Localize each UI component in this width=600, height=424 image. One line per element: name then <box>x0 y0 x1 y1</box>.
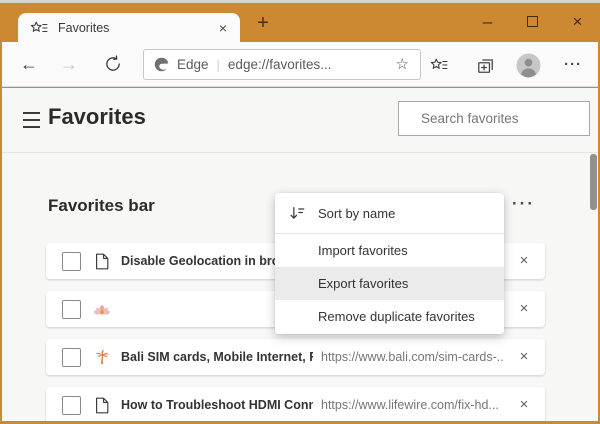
document-icon <box>95 397 109 414</box>
edge-logo-icon <box>153 56 170 73</box>
new-tab-button[interactable]: + <box>250 10 276 36</box>
favorite-checkbox[interactable] <box>62 396 81 415</box>
scrollbar-thumb[interactable] <box>590 154 597 210</box>
favorites-hub-icon <box>430 57 448 73</box>
url-text: edge://favorites... <box>228 57 394 72</box>
remove-favorite-button[interactable]: × <box>503 387 545 421</box>
favorite-url: https://www.lifewire.com/fix-hd... <box>321 398 503 412</box>
favicon-slot <box>94 348 110 366</box>
favorite-url: https://www.bali.com/sim-cards-... <box>321 350 503 364</box>
browser-tab[interactable]: Favorites × <box>18 13 240 42</box>
favorites-hub-button[interactable] <box>426 54 452 76</box>
address-separator: | <box>217 57 220 72</box>
address-bar[interactable]: Edge | edge://favorites... ☆ <box>143 49 421 80</box>
minimize-button[interactable]: – <box>465 0 510 42</box>
favorite-checkbox[interactable] <box>62 252 81 271</box>
favicon-slot <box>94 252 110 270</box>
profile-avatar-button[interactable] <box>515 52 541 78</box>
menu-item-label: Import favorites <box>318 243 408 258</box>
search-input[interactable] <box>419 110 598 127</box>
hamburger-icon <box>23 112 40 114</box>
favorite-row[interactable]: Bali SIM cards, Mobile Internet, R... ht… <box>46 339 545 375</box>
page-title: Favorites <box>48 104 146 130</box>
favorites-hub-icon <box>30 20 48 36</box>
menu-item-label: Sort by name <box>318 206 395 221</box>
favicon-slot <box>94 396 110 414</box>
remove-favorite-button[interactable]: × <box>503 291 545 327</box>
browser-window: Favorites × + – × ← → Edge | edge://favo… <box>0 0 600 424</box>
profile-avatar-icon <box>516 53 541 78</box>
favorite-title: Bali SIM cards, Mobile Internet, R... <box>121 350 313 364</box>
hamburger-menu-button[interactable] <box>20 112 42 128</box>
remove-favorite-button[interactable]: × <box>503 243 545 279</box>
sort-icon <box>288 204 306 222</box>
minimize-icon: – <box>483 13 492 30</box>
tab-title: Favorites <box>58 21 214 35</box>
favorites-page: Favorites Favorites bar ··· Disable Geol… <box>2 88 598 421</box>
favorite-checkbox[interactable] <box>62 348 81 367</box>
menu-item[interactable]: Remove duplicate favorites <box>275 300 504 333</box>
palm-tree-icon <box>94 349 110 365</box>
close-button[interactable]: × <box>555 0 600 42</box>
menu-item-label: Export favorites <box>318 276 408 291</box>
forward-button[interactable]: → <box>56 51 82 77</box>
title-bar: Favorites × + – × <box>0 3 600 42</box>
menu-item[interactable]: Sort by name <box>275 193 504 233</box>
search-box[interactable] <box>398 101 590 136</box>
settings-more-button[interactable]: ··· <box>558 50 588 78</box>
document-icon <box>95 253 109 270</box>
favorites-hub-icon <box>30 20 48 36</box>
maximize-button[interactable] <box>510 0 555 42</box>
favorite-row[interactable]: How to Troubleshoot HDMI Conn... https:/… <box>46 387 545 421</box>
site-badge: Edge <box>177 57 209 72</box>
menu-item[interactable]: Import favorites <box>275 234 504 267</box>
menu-icon-slot <box>288 204 318 222</box>
context-menu: Sort by name Import favorites Export fav… <box>275 193 504 334</box>
window-controls: – × <box>465 0 600 42</box>
menu-item[interactable]: Export favorites <box>275 267 504 300</box>
browser-toolbar: ← → Edge | edge://favorites... ☆ <box>2 42 598 87</box>
collections-icon <box>476 56 495 75</box>
favorite-title: How to Troubleshoot HDMI Conn... <box>121 398 313 412</box>
maximize-icon <box>527 16 538 27</box>
refresh-icon <box>104 55 122 73</box>
collections-button[interactable] <box>472 54 498 76</box>
section-more-button[interactable]: ··· <box>508 190 539 218</box>
header-divider <box>2 152 598 153</box>
add-favorite-star-button[interactable]: ☆ <box>394 57 411 72</box>
close-icon: × <box>573 13 583 30</box>
back-button[interactable]: ← <box>16 51 42 77</box>
favicon-slot <box>94 300 110 318</box>
lotus-flower-icon <box>94 302 110 317</box>
remove-favorite-button[interactable]: × <box>503 339 545 375</box>
tab-close-button[interactable]: × <box>214 19 232 37</box>
refresh-button[interactable] <box>100 54 126 80</box>
favorite-checkbox[interactable] <box>62 300 81 319</box>
section-title: Favorites bar <box>48 196 155 216</box>
favorite-title: Disable Geolocation in brows <box>121 254 296 268</box>
menu-item-label: Remove duplicate favorites <box>318 309 475 324</box>
